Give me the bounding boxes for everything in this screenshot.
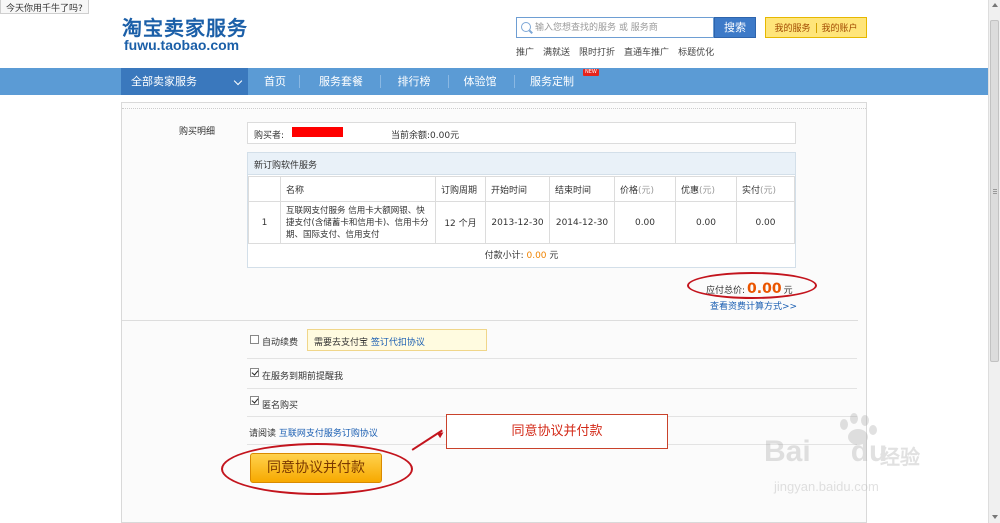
sign-agreement-link[interactable]: 签订代扣协议 [371, 338, 425, 348]
main-nav: 全部卖家服务 首页 服务套餐 排行榜 体验馆 服务定制 NEW [0, 68, 988, 95]
all-services-dropdown[interactable]: 全部卖家服务 [121, 68, 248, 95]
annotation-ellipse-total [687, 272, 817, 299]
order-box: 新订购软件服务 名称 订购周期 开始时间 结束时间 价格(元) 优惠(元) 实付… [247, 152, 796, 268]
search-button[interactable]: 搜索 [714, 17, 756, 38]
quick-link[interactable]: 满就送 [543, 45, 570, 58]
tip-text: 需要去支付宝 [314, 338, 369, 348]
column-header-index [248, 176, 281, 202]
discount-label: 优惠 [681, 185, 700, 196]
unit: (元) [760, 185, 777, 196]
order-title: 新订购软件服务 [248, 153, 795, 175]
baidu-jingyan-watermark: Bai du 经验 jingyan.baidu.com [760, 413, 950, 505]
row-index: 1 [248, 201, 281, 244]
paid: 0.00 [736, 201, 795, 244]
balance-value: 0.00元 [430, 131, 460, 141]
quick-links: 推广 满就送 限时打折 直通车推广 标题优化 [516, 45, 714, 58]
my-account-link[interactable]: 我的账户 [822, 21, 858, 34]
start-date: 2013-12-30 [485, 201, 550, 244]
divider [514, 75, 515, 88]
anonymous-purchase-checkbox[interactable] [250, 396, 259, 405]
nav-experience[interactable]: 体验馆 [454, 68, 506, 95]
qianniu-greeting-link[interactable]: 今天你用千牛了吗? [0, 0, 89, 14]
scroll-thumb[interactable] [990, 20, 999, 362]
watermark-url: jingyan.baidu.com [774, 479, 879, 494]
account-links: 我的服务 我的账户 [765, 17, 867, 38]
search-input[interactable] [535, 21, 711, 35]
nav-home[interactable]: 首页 [252, 68, 298, 95]
divider [380, 75, 381, 88]
search-icon [521, 22, 531, 32]
unit: (元) [699, 185, 716, 196]
buyer-info: 购买者: 当前余额:0.00元 [247, 122, 796, 144]
price: 0.00 [614, 201, 676, 244]
new-badge: NEW [583, 69, 599, 76]
column-header-price: 价格(元) [614, 176, 676, 202]
all-services-label: 全部卖家服务 [131, 75, 197, 88]
divider [448, 75, 449, 88]
my-service-link[interactable]: 我的服务 [774, 21, 810, 34]
search-box [516, 17, 714, 38]
fee-calculation-link[interactable]: 查看资费计算方式>> [710, 299, 797, 312]
alipay-tip: 需要去支付宝 签订代扣协议 [307, 329, 487, 351]
order-table: 名称 订购周期 开始时间 结束时间 价格(元) 优惠(元) 实付(元) 1 互联… [248, 176, 795, 244]
auto-renew-label: 自动续费 [262, 338, 299, 348]
chevron-down-icon [233, 76, 243, 86]
paid-label: 实付 [742, 185, 761, 196]
expiry-reminder-checkbox[interactable] [250, 368, 259, 377]
column-header-discount: 优惠(元) [675, 176, 737, 202]
divider [122, 320, 858, 321]
unit: (元) [638, 185, 655, 196]
agreement-prefix: 请阅读 [249, 429, 277, 439]
agreement-notice: 请阅读 互联网支付服务订购协议 [249, 426, 378, 439]
quick-link[interactable]: 限时打折 [579, 45, 615, 58]
purchase-details-label: 购买明细 [179, 127, 216, 137]
auto-renew-checkbox[interactable] [250, 335, 259, 344]
quick-link[interactable]: 推广 [516, 45, 534, 58]
divider [815, 22, 817, 33]
expiry-reminder-label: 在服务到期前提醒我 [262, 372, 344, 382]
watermark-logo: Bai du [764, 435, 887, 469]
service-name: 互联网支付服务 信用卡大额网银、快捷支付(含储蓄卡和信用卡)、信用卡分期、国际支… [280, 201, 436, 244]
table-row: 1 互联网支付服务 信用卡大额网银、快捷支付(含储蓄卡和信用卡)、信用卡分期、国… [248, 201, 795, 244]
balance-label: 当前余额: [391, 131, 431, 141]
service-agreement-link[interactable]: 互联网支付服务订购协议 [279, 429, 378, 439]
price-label: 价格 [620, 185, 639, 196]
annotation-ellipse-button [221, 443, 413, 495]
subtotal-label: 付款小计: [484, 251, 524, 261]
order-period: 12 个月 [435, 201, 486, 244]
scroll-up-arrow-icon[interactable] [992, 3, 998, 7]
site-logo-en[interactable]: fuwu.taobao.com [124, 37, 239, 53]
anonymous-purchase-label: 匿名购买 [262, 401, 299, 411]
watermark-cn: 经验 [880, 445, 920, 469]
subtotal-value: 0.00 [526, 251, 547, 261]
column-header-name: 名称 [280, 176, 436, 202]
discount: 0.00 [675, 201, 737, 244]
annotation-callout: 同意协议并付款 [446, 414, 668, 449]
balance: 当前余额:0.00元 [391, 128, 459, 141]
end-date: 2014-12-30 [549, 201, 615, 244]
page-scrollbar[interactable] [988, 0, 1000, 523]
buyer-label: 购买者: [254, 131, 285, 141]
divider [299, 75, 300, 88]
divider [247, 358, 857, 359]
divider [247, 388, 857, 389]
quick-link[interactable]: 直通车推广 [624, 45, 669, 58]
column-header-start: 开始时间 [485, 176, 550, 202]
redacted-buyer-name [292, 127, 343, 137]
column-header-period: 订购周期 [435, 176, 486, 202]
nav-packages[interactable]: 服务套餐 [306, 68, 376, 95]
payment-subtotal: 付款小计: 0.00 元 [248, 245, 795, 267]
subtotal-unit: 元 [549, 251, 559, 261]
nav-custom-service[interactable]: 服务定制 [522, 68, 582, 95]
panel-top-border [122, 103, 866, 109]
nav-ranking[interactable]: 排行榜 [386, 68, 442, 95]
column-header-end: 结束时间 [549, 176, 615, 202]
scroll-down-arrow-icon[interactable] [992, 515, 998, 519]
watermark-brand: Bai [764, 435, 811, 468]
grip-icon [993, 189, 997, 190]
column-header-paid: 实付(元) [736, 176, 795, 202]
table-header-row: 名称 订购周期 开始时间 结束时间 价格(元) 优惠(元) 实付(元) [248, 176, 795, 202]
quick-link[interactable]: 标题优化 [678, 45, 714, 58]
